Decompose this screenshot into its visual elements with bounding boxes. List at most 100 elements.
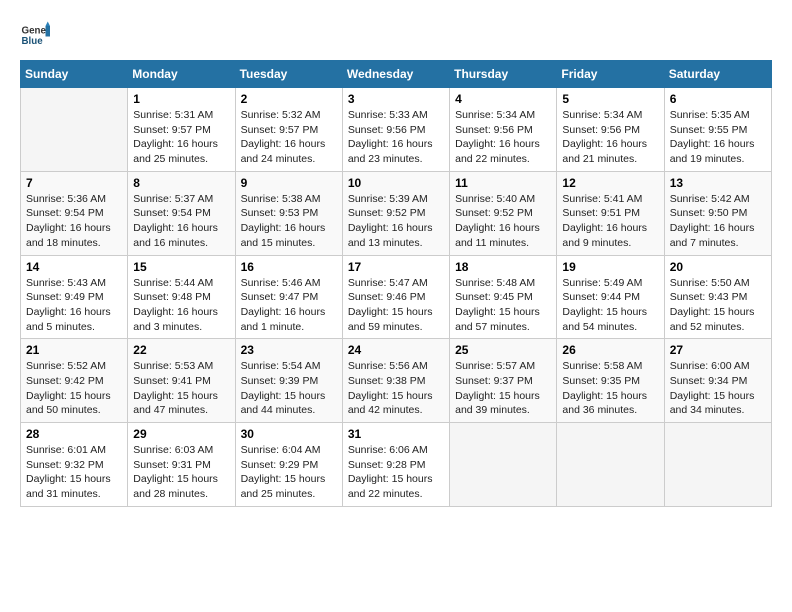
day-number: 9: [241, 176, 337, 190]
calendar-cell: [21, 88, 128, 172]
calendar-cell: 13Sunrise: 5:42 AM Sunset: 9:50 PM Dayli…: [664, 171, 771, 255]
calendar-cell: 23 Sunrise: 5:54 AM Sunset: 9:39 PM Dayli…: [235, 339, 342, 423]
day-content: Sunrise: 5:43 AM Sunset: 9:49 PM Dayligh…: [26, 276, 122, 335]
day-content: Sunrise: 5:48 AM Sunset: 9:45 PM Dayligh…: [455, 276, 551, 335]
calendar-cell: 14 Sunrise: 5:43 AM Sunset: 9:49 PM Dayli…: [21, 255, 128, 339]
day-number: 31: [348, 427, 444, 441]
day-number: 30: [241, 427, 337, 441]
day-content: Sunrise: 6:06 AM Sunset: 9:28 PM Dayligh…: [348, 443, 444, 502]
day-content: Sunrise: 5:50 AM Sunset: 9:43 PM Dayligh…: [670, 276, 766, 335]
day-number: 18: [455, 260, 551, 274]
day-content: Sunrise: 5:54 AM Sunset: 9:39 PM Dayligh…: [241, 359, 337, 418]
day-content: Sunrise: 5:37 AM Sunset: 9:54 PM Dayligh…: [133, 192, 229, 251]
day-number: 21: [26, 343, 122, 357]
calendar-week-row: 14 Sunrise: 5:43 AM Sunset: 9:49 PM Dayli…: [21, 255, 772, 339]
calendar-cell: 6 Sunrise: 5:35 AM Sunset: 9:55 PM Daylig…: [664, 88, 771, 172]
calendar-cell: [664, 423, 771, 507]
calendar-cell: [450, 423, 557, 507]
calendar-week-row: 1Sunrise: 5:31 AM Sunset: 9:57 PM Daylig…: [21, 88, 772, 172]
weekday-header-monday: Monday: [128, 61, 235, 88]
calendar-cell: 12 Sunrise: 5:41 AM Sunset: 9:51 PM Dayli…: [557, 171, 664, 255]
day-content: Sunrise: 5:46 AM Sunset: 9:47 PM Dayligh…: [241, 276, 337, 335]
day-number: 12: [562, 176, 658, 190]
calendar-cell: 7 Sunrise: 5:36 AM Sunset: 9:54 PM Daylig…: [21, 171, 128, 255]
day-content: Sunrise: 6:01 AM Sunset: 9:32 PM Dayligh…: [26, 443, 122, 502]
day-content: Sunrise: 5:58 AM Sunset: 9:35 PM Dayligh…: [562, 359, 658, 418]
calendar-week-row: 7 Sunrise: 5:36 AM Sunset: 9:54 PM Daylig…: [21, 171, 772, 255]
day-number: 10: [348, 176, 444, 190]
day-number: 27: [670, 343, 766, 357]
day-number: 8: [133, 176, 229, 190]
svg-text:Blue: Blue: [22, 36, 44, 47]
day-content: Sunrise: 5:57 AM Sunset: 9:37 PM Dayligh…: [455, 359, 551, 418]
calendar-cell: [557, 423, 664, 507]
day-content: Sunrise: 5:39 AM Sunset: 9:52 PM Dayligh…: [348, 192, 444, 251]
day-content: Sunrise: 5:56 AM Sunset: 9:38 PM Dayligh…: [348, 359, 444, 418]
day-number: 25: [455, 343, 551, 357]
calendar-cell: 9 Sunrise: 5:38 AM Sunset: 9:53 PM Daylig…: [235, 171, 342, 255]
calendar-table: SundayMondayTuesdayWednesdayThursdayFrid…: [20, 60, 772, 507]
day-content: Sunrise: 5:52 AM Sunset: 9:42 PM Dayligh…: [26, 359, 122, 418]
calendar-cell: 11 Sunrise: 5:40 AM Sunset: 9:52 PM Dayli…: [450, 171, 557, 255]
day-content: Sunrise: 6:03 AM Sunset: 9:31 PM Dayligh…: [133, 443, 229, 502]
day-content: Sunrise: 5:53 AM Sunset: 9:41 PM Dayligh…: [133, 359, 229, 418]
day-number: 3: [348, 92, 444, 106]
weekday-header-friday: Friday: [557, 61, 664, 88]
calendar-cell: 21 Sunrise: 5:52 AM Sunset: 9:42 PM Dayli…: [21, 339, 128, 423]
day-number: 29: [133, 427, 229, 441]
calendar-cell: 27Sunrise: 6:00 AM Sunset: 9:34 PM Dayli…: [664, 339, 771, 423]
calendar-cell: 3 Sunrise: 5:33 AM Sunset: 9:56 PM Daylig…: [342, 88, 449, 172]
weekday-header-wednesday: Wednesday: [342, 61, 449, 88]
day-number: 4: [455, 92, 551, 106]
day-number: 24: [348, 343, 444, 357]
day-number: 7: [26, 176, 122, 190]
day-content: Sunrise: 5:44 AM Sunset: 9:48 PM Dayligh…: [133, 276, 229, 335]
day-content: Sunrise: 5:49 AM Sunset: 9:44 PM Dayligh…: [562, 276, 658, 335]
calendar-cell: 24 Sunrise: 5:56 AM Sunset: 9:38 PM Dayli…: [342, 339, 449, 423]
day-number: 6: [670, 92, 766, 106]
day-content: Sunrise: 5:41 AM Sunset: 9:51 PM Dayligh…: [562, 192, 658, 251]
day-content: Sunrise: 5:33 AM Sunset: 9:56 PM Dayligh…: [348, 108, 444, 167]
calendar-week-row: 21 Sunrise: 5:52 AM Sunset: 9:42 PM Dayli…: [21, 339, 772, 423]
calendar-cell: 22 Sunrise: 5:53 AM Sunset: 9:41 PM Dayli…: [128, 339, 235, 423]
day-number: 11: [455, 176, 551, 190]
day-content: Sunrise: 5:38 AM Sunset: 9:53 PM Dayligh…: [241, 192, 337, 251]
day-number: 26: [562, 343, 658, 357]
day-content: Sunrise: 5:40 AM Sunset: 9:52 PM Dayligh…: [455, 192, 551, 251]
day-number: 15: [133, 260, 229, 274]
calendar-cell: 28 Sunrise: 6:01 AM Sunset: 9:32 PM Dayli…: [21, 423, 128, 507]
calendar-cell: 25 Sunrise: 5:57 AM Sunset: 9:37 PM Dayli…: [450, 339, 557, 423]
day-content: Sunrise: 5:35 AM Sunset: 9:55 PM Dayligh…: [670, 108, 766, 167]
calendar-cell: 18 Sunrise: 5:48 AM Sunset: 9:45 PM Dayli…: [450, 255, 557, 339]
day-number: 22: [133, 343, 229, 357]
day-number: 5: [562, 92, 658, 106]
day-content: Sunrise: 6:04 AM Sunset: 9:29 PM Dayligh…: [241, 443, 337, 502]
day-content: Sunrise: 5:34 AM Sunset: 9:56 PM Dayligh…: [455, 108, 551, 167]
calendar-cell: 10 Sunrise: 5:39 AM Sunset: 9:52 PM Dayli…: [342, 171, 449, 255]
calendar-cell: 1Sunrise: 5:31 AM Sunset: 9:57 PM Daylig…: [128, 88, 235, 172]
weekday-header-saturday: Saturday: [664, 61, 771, 88]
calendar-cell: 30 Sunrise: 6:04 AM Sunset: 9:29 PM Dayli…: [235, 423, 342, 507]
day-content: Sunrise: 5:31 AM Sunset: 9:57 PM Dayligh…: [133, 108, 229, 167]
weekday-header-tuesday: Tuesday: [235, 61, 342, 88]
weekday-header-thursday: Thursday: [450, 61, 557, 88]
day-number: 23: [241, 343, 337, 357]
day-number: 13: [670, 176, 766, 190]
day-number: 20: [670, 260, 766, 274]
day-number: 14: [26, 260, 122, 274]
day-content: Sunrise: 5:47 AM Sunset: 9:46 PM Dayligh…: [348, 276, 444, 335]
day-content: Sunrise: 5:32 AM Sunset: 9:57 PM Dayligh…: [241, 108, 337, 167]
weekday-header-row: SundayMondayTuesdayWednesdayThursdayFrid…: [21, 61, 772, 88]
calendar-cell: 16 Sunrise: 5:46 AM Sunset: 9:47 PM Dayli…: [235, 255, 342, 339]
calendar-cell: 31 Sunrise: 6:06 AM Sunset: 9:28 PM Dayli…: [342, 423, 449, 507]
header: General Blue: [20, 20, 772, 50]
calendar-cell: 5Sunrise: 5:34 AM Sunset: 9:56 PM Daylig…: [557, 88, 664, 172]
day-content: Sunrise: 5:36 AM Sunset: 9:54 PM Dayligh…: [26, 192, 122, 251]
day-number: 2: [241, 92, 337, 106]
day-number: 16: [241, 260, 337, 274]
calendar-cell: 8 Sunrise: 5:37 AM Sunset: 9:54 PM Daylig…: [128, 171, 235, 255]
calendar-cell: 20 Sunrise: 5:50 AM Sunset: 9:43 PM Dayli…: [664, 255, 771, 339]
calendar-cell: 4 Sunrise: 5:34 AM Sunset: 9:56 PM Daylig…: [450, 88, 557, 172]
calendar-cell: 15 Sunrise: 5:44 AM Sunset: 9:48 PM Dayli…: [128, 255, 235, 339]
day-number: 28: [26, 427, 122, 441]
